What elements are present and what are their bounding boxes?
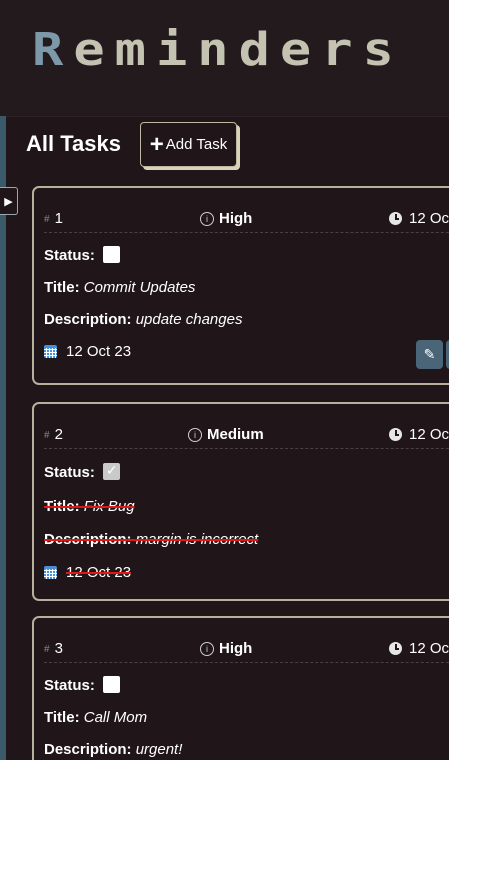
task-card-header: #2 i Medium 12 Oc xyxy=(44,426,449,449)
app-header: Reminders xyxy=(0,0,449,117)
task-id: #1 xyxy=(44,210,63,227)
task-title-row: Title: Fix Bug xyxy=(44,498,135,515)
app-logo: Reminders xyxy=(32,23,404,77)
task-card: #3 i High 12 Oc Status: Title: Call Mom D… xyxy=(32,616,449,760)
task-card: #2 iMedium 12 Oc Status: Title: Fix Bug … xyxy=(32,402,449,601)
delete-button[interactable] xyxy=(446,340,449,369)
sidebar-toggle-button[interactable]: ▶ xyxy=(0,187,18,215)
status-checkbox[interactable] xyxy=(102,246,120,263)
task-time: 12 Oc xyxy=(389,640,449,657)
task-date-row: 12 Oct 23 xyxy=(44,564,131,581)
task-date: 12 Oct 23 xyxy=(66,343,132,360)
calendar-icon xyxy=(44,566,57,579)
app-window: Reminders ▶ All Tasks + Add Task #1 i Hig… xyxy=(0,0,449,760)
task-status-row: Status: xyxy=(44,246,120,264)
task-priority: i Medium xyxy=(188,426,264,443)
task-id: #2 xyxy=(44,426,63,443)
page-title: All Tasks xyxy=(26,131,121,156)
pencil-icon: ✎ xyxy=(423,346,436,362)
clock-icon xyxy=(389,428,402,441)
task-description: update changes xyxy=(135,311,243,328)
clock-icon xyxy=(389,642,402,655)
task-description-row: Description: margin is incorrect xyxy=(44,531,259,548)
task-time: 12 Oc xyxy=(389,210,449,227)
status-checkbox[interactable] xyxy=(102,462,120,480)
task-title-row: Title: Commit Updates xyxy=(44,279,196,296)
clock-icon xyxy=(389,212,402,225)
calendar-icon xyxy=(44,345,57,358)
task-status-row: Status: xyxy=(44,462,120,481)
task-description-row: Description: urgent! xyxy=(44,741,183,758)
task-card-header: #1 i High 12 Oc xyxy=(44,210,449,233)
hash-icon: # xyxy=(44,644,50,655)
task-time: 12 Oc xyxy=(389,426,449,443)
task-description-row: Description: update changes xyxy=(44,311,243,328)
task-card: #1 i High 12 Oc Status: Title: Commit Upd… xyxy=(32,186,449,385)
info-icon: i xyxy=(188,427,202,442)
play-arrow-icon: ▶ xyxy=(4,195,13,208)
status-checkbox[interactable] xyxy=(102,676,120,693)
hash-icon: # xyxy=(44,214,50,225)
info-icon: i xyxy=(200,211,214,226)
add-task-label: Add Task xyxy=(165,136,228,153)
task-status-row: Status: xyxy=(44,676,120,694)
hash-icon: # xyxy=(44,430,50,441)
task-priority: i High xyxy=(200,640,252,657)
task-title: Call Mom xyxy=(83,709,148,726)
task-card-header: #3 i High 12 Oc xyxy=(44,640,449,663)
task-title: Commit Updates xyxy=(83,279,196,296)
info-icon: i xyxy=(200,641,214,656)
edit-button[interactable]: ✎ xyxy=(416,340,443,369)
add-task-button[interactable]: + Add Task xyxy=(140,122,237,167)
task-priority: i High xyxy=(200,210,252,227)
plus-icon: + xyxy=(149,130,164,158)
task-date-row: 12 Oct 23 xyxy=(44,343,131,360)
task-date: 12 Oct 23 xyxy=(66,564,132,581)
task-description: margin is incorrect xyxy=(135,531,259,548)
task-id: #3 xyxy=(44,640,63,657)
task-title: Fix Bug xyxy=(83,498,135,515)
task-description: urgent! xyxy=(135,741,183,758)
task-title-row: Title: Call Mom xyxy=(44,709,148,726)
